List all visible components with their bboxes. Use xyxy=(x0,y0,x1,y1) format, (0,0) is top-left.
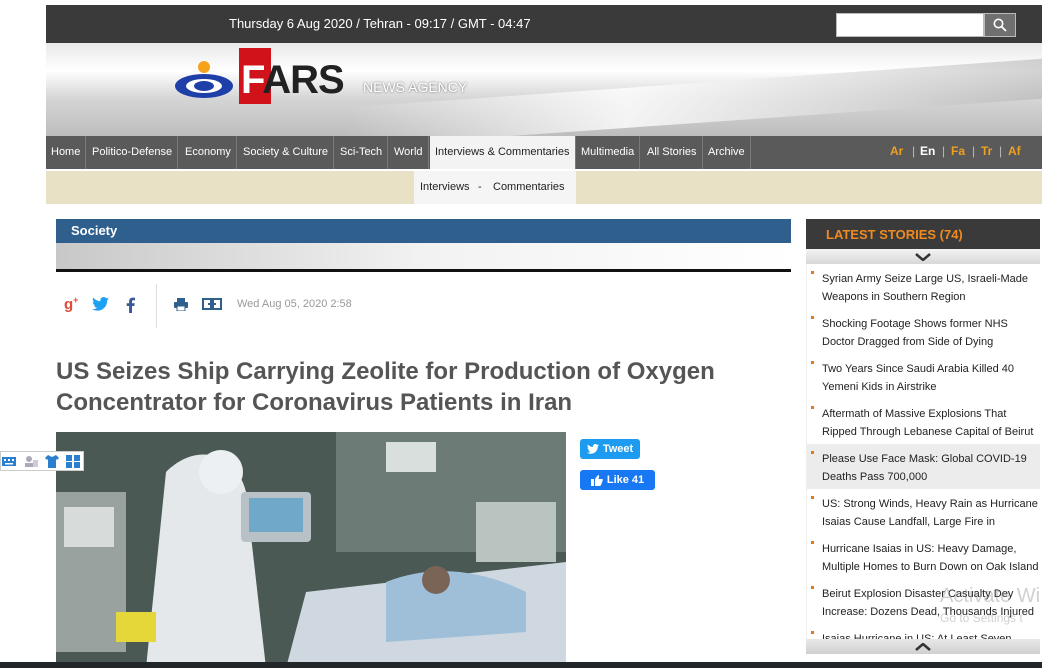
story-item[interactable]: Hurricane Isaias in US: Heavy Damage, Mu… xyxy=(807,534,1040,579)
search-button[interactable] xyxy=(984,13,1016,37)
story-item[interactable]: Aftermath of Massive Explosions That Rip… xyxy=(807,399,1040,444)
latest-stories-list: Syrian Army Seize Large US, Israeli-Made… xyxy=(806,264,1040,639)
like-button[interactable]: Like 41 xyxy=(580,470,655,490)
grid-apps-icon[interactable] xyxy=(66,455,80,468)
subnav-separator: - xyxy=(478,181,482,193)
lang-separator: | xyxy=(972,144,976,158)
sub-nav-box: Interviews - Commentaries xyxy=(414,171,576,204)
activation-watermark-sub: Go to Settings t xyxy=(940,611,1023,625)
shirt-icon[interactable] xyxy=(45,455,59,468)
nav-society-culture[interactable]: Society & Culture xyxy=(238,136,334,169)
fars-logo[interactable]: FARS NEWS AGENCY xyxy=(173,48,473,104)
header-banner: FARS NEWS AGENCY xyxy=(46,43,1042,136)
section-divider xyxy=(56,269,791,272)
share-divider xyxy=(156,284,157,328)
sub-nav: Interviews - Commentaries xyxy=(46,171,1042,204)
bullet-icon xyxy=(811,271,814,274)
thumbs-up-icon xyxy=(590,474,603,486)
latest-stories-header: LATEST STORIES (74) xyxy=(806,219,1040,249)
chevron-down-icon xyxy=(915,252,931,261)
subnav-interviews[interactable]: Interviews xyxy=(420,181,470,193)
story-item[interactable]: Isaias Hurricane in US: At Least Seven xyxy=(807,624,1040,639)
nav-politico-defense[interactable]: Politico-Defense xyxy=(87,136,179,169)
nav-world[interactable]: World xyxy=(389,136,429,169)
story-item[interactable]: Two Years Since Saudi Arabia Killed 40 Y… xyxy=(807,354,1040,399)
article-photo xyxy=(56,432,566,668)
keyboard-icon[interactable] xyxy=(2,455,16,468)
magnifier-icon xyxy=(993,18,1007,32)
twitter-bird-icon xyxy=(586,444,599,454)
print-icon[interactable] xyxy=(174,298,188,311)
activation-watermark: Activate Wi xyxy=(940,585,1041,607)
google-plus-icon[interactable]: g+ xyxy=(64,295,78,313)
like-label: Like 41 xyxy=(606,474,645,486)
user-card-icon[interactable] xyxy=(24,455,38,468)
top-bar: Thursday 6 Aug 2020 / Tehran - 09:17 / G… xyxy=(46,5,1042,43)
bullet-icon xyxy=(811,541,814,544)
facebook-icon[interactable] xyxy=(126,297,135,313)
nav-interviews-commentaries[interactable]: Interviews & Commentaries xyxy=(430,136,576,169)
nav-economy[interactable]: Economy xyxy=(180,136,237,169)
nav-home[interactable]: Home xyxy=(46,136,87,169)
link-icon[interactable] xyxy=(202,298,222,310)
lang-tr[interactable]: Tr xyxy=(981,144,992,158)
subnav-commentaries[interactable]: Commentaries xyxy=(493,181,565,193)
story-item[interactable]: Syrian Army Seize Large US, Israeli-Made… xyxy=(807,264,1040,309)
search-input[interactable] xyxy=(836,13,984,37)
tweet-button[interactable]: Tweet xyxy=(580,439,640,459)
bullet-icon xyxy=(811,451,814,454)
section-title[interactable]: Society xyxy=(71,223,117,238)
lang-separator: | xyxy=(912,144,916,158)
lang-fa[interactable]: Fa xyxy=(951,144,965,158)
logo-subtitle: NEWS AGENCY xyxy=(363,79,468,95)
headline-line-1: US Seizes Ship Carrying Zeolite for Prod… xyxy=(56,358,715,385)
nav-multimedia[interactable]: Multimedia xyxy=(576,136,641,169)
latest-stories-title: LATEST STORIES (74) xyxy=(826,227,963,242)
date-time: Thursday 6 Aug 2020 / Tehran - 09:17 / G… xyxy=(229,16,531,31)
story-item[interactable]: Shocking Footage Shows former NHS Doctor… xyxy=(807,309,1040,354)
chevron-up-icon xyxy=(915,642,931,651)
fars-emblem-icon xyxy=(175,61,233,98)
nav-all-stories[interactable]: All Stories xyxy=(642,136,703,169)
bullet-icon xyxy=(811,406,814,409)
floating-toolbar xyxy=(0,451,84,471)
headline-line-2: Concentrator for Coronavirus Patients in… xyxy=(56,389,573,416)
bullet-icon xyxy=(811,361,814,364)
bullet-icon xyxy=(811,496,814,499)
tweet-label: Tweet xyxy=(602,443,634,455)
main-nav: Home Politico-Defense Economy Society & … xyxy=(46,136,1042,169)
nav-sci-tech[interactable]: Sci-Tech xyxy=(335,136,389,169)
twitter-icon[interactable] xyxy=(92,297,109,311)
bullet-icon xyxy=(811,586,814,589)
hospital-scene-illustration xyxy=(56,432,566,668)
lang-af[interactable]: Af xyxy=(1008,144,1021,158)
nav-archive[interactable]: Archive xyxy=(703,136,751,169)
lang-ar[interactable]: Ar xyxy=(890,144,903,158)
article-timestamp: Wed Aug 05, 2020 2:58 xyxy=(237,298,352,310)
lang-separator: | xyxy=(999,144,1003,158)
bullet-icon xyxy=(811,316,814,319)
section-bar: Society xyxy=(56,219,791,243)
story-item[interactable]: US: Strong Winds, Heavy Rain as Hurrican… xyxy=(807,489,1040,534)
lang-en[interactable]: En xyxy=(920,144,935,158)
bullet-icon xyxy=(811,631,814,634)
logo-wordmark: FARS xyxy=(241,58,345,102)
story-item[interactable]: Please Use Face Mask: Global COVID-19 De… xyxy=(807,444,1040,489)
latest-scroll-down[interactable] xyxy=(806,639,1040,654)
section-gradient xyxy=(56,243,791,269)
latest-scroll-up[interactable] xyxy=(806,249,1040,264)
lang-separator: | xyxy=(942,144,946,158)
article-headline: US Seizes Ship Carrying Zeolite for Prod… xyxy=(56,356,791,418)
bottom-strip xyxy=(0,662,1042,668)
